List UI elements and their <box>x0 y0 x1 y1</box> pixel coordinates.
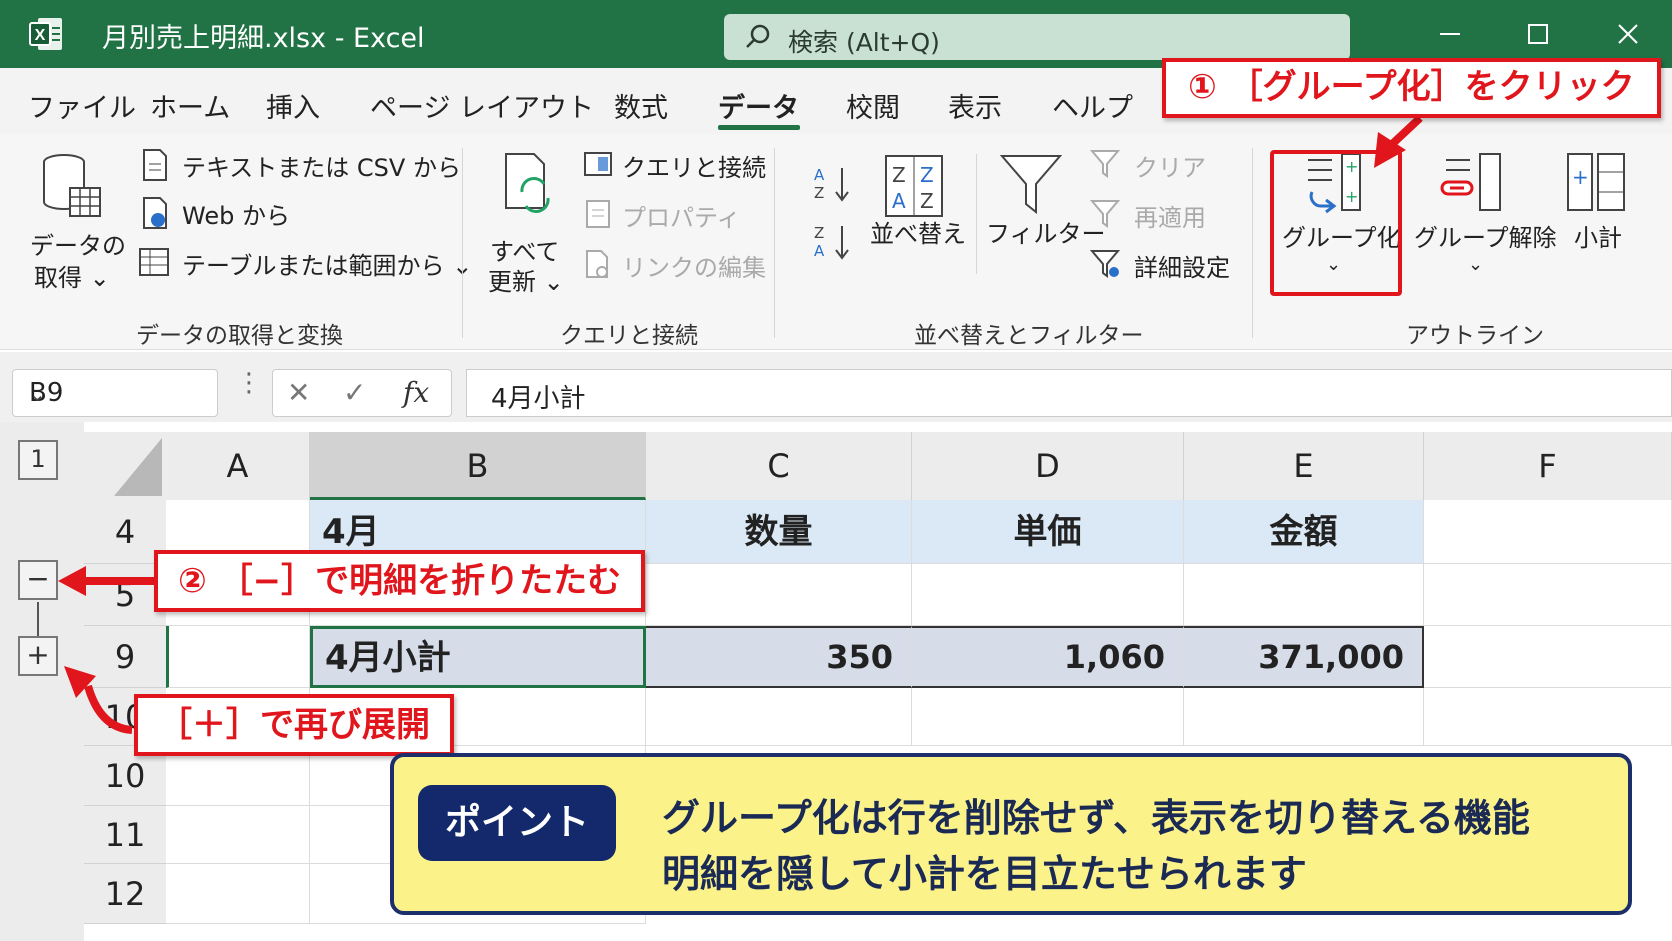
point-text-line-1: グループ化は行を削除せず、表示を切り替える機能 <box>662 796 1530 840</box>
step2-callout: ② ［−］で明細を折りたたむ <box>154 550 646 612</box>
point-note: ポイント グループ化は行を削除せず、表示を切り替える機能 明細を隠して小計を目立… <box>390 753 1632 915</box>
point-text-line-2: 明細を隠して小計を目立たせられます <box>662 852 1307 896</box>
step3-callout: ［＋］で再び展開 <box>134 694 454 756</box>
point-tag: ポイント <box>418 785 616 861</box>
step1-callout: ① ［グループ化］をクリック <box>1162 58 1661 118</box>
arrow-head <box>58 566 86 596</box>
